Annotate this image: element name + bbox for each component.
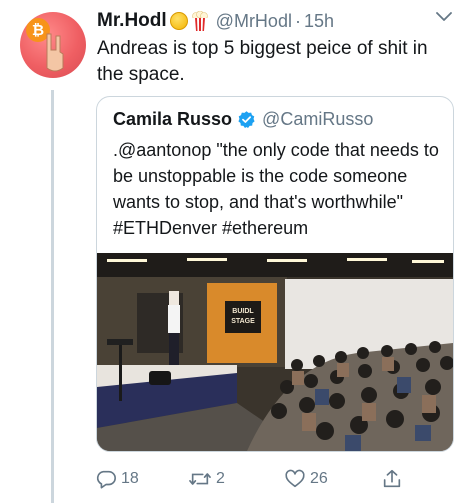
separator-dot: · <box>294 10 301 31</box>
rock-hand-icon <box>46 33 64 72</box>
tweet-text: Andreas is top 5 biggest peice of shit i… <box>97 38 428 85</box>
event-photo[interactable]: BUIDL STAGE <box>97 253 453 451</box>
popcorn-emoji-icon <box>191 11 208 31</box>
tweet-timestamp[interactable]: 15h <box>304 11 334 32</box>
tweet-actions: 18 2 26 <box>95 466 455 492</box>
verified-badge-icon <box>238 110 255 128</box>
quoted-author-name: Camila Russo <box>113 108 233 129</box>
heart-icon <box>285 469 305 488</box>
retweet-button[interactable]: 2 <box>188 466 225 492</box>
svg-text:STAGE: STAGE <box>231 318 255 325</box>
reply-count: 18 <box>121 470 139 487</box>
quoted-tweet[interactable]: Camila Russo @CamiRusso .@aantonop "the … <box>96 96 454 452</box>
author-handle[interactable]: @MrHodl <box>216 11 292 32</box>
reply-icon <box>96 470 116 489</box>
quoted-text: .@aantonop "the only code that needs to … <box>113 140 439 238</box>
share-icon <box>383 469 401 488</box>
author-name[interactable]: Mr.Hodl <box>97 10 167 32</box>
quoted-author-handle: @CamiRusso <box>262 108 374 129</box>
author-avatar[interactable]: ₿ <box>20 12 86 78</box>
chevron-down-icon[interactable] <box>436 12 452 22</box>
tweet-header: Mr.Hodl @MrHodl · 15h <box>97 8 334 34</box>
reply-button[interactable]: 18 <box>95 466 139 492</box>
quoted-header: Camila Russo @CamiRusso <box>113 107 373 131</box>
retweet-icon <box>189 473 211 485</box>
like-button[interactable]: 26 <box>284 466 328 492</box>
stage-sign-text: BUIDL <box>232 308 254 315</box>
coin-emoji-icon <box>169 12 188 30</box>
retweet-count: 2 <box>216 470 225 487</box>
like-count: 26 <box>310 470 328 487</box>
thread-line <box>51 90 54 503</box>
share-button[interactable] <box>381 466 407 492</box>
